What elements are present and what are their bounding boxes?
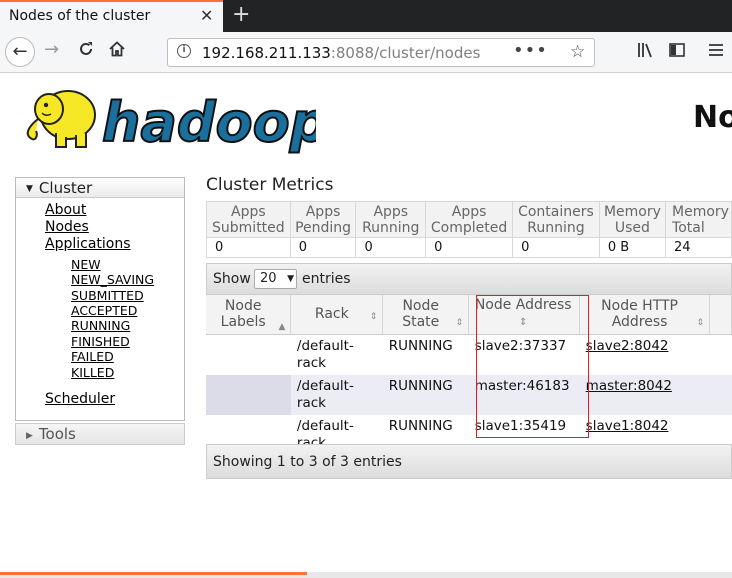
sidebar-item-about[interactable]: About [45, 202, 86, 218]
table-info: Showing 1 to 3 of 3 entries [206, 444, 732, 479]
home-icon[interactable] [108, 40, 126, 63]
library-icon[interactable] [636, 41, 654, 64]
entries-label: entries [302, 271, 351, 287]
sort-icon: ⇕ [696, 318, 704, 328]
app-state-accepted[interactable]: ACCEPTED [71, 303, 137, 318]
node-labels-cell [206, 374, 291, 415]
app-state-new-saving[interactable]: NEW_SAVING [71, 272, 154, 287]
page-actions-icon[interactable]: ••• [513, 40, 548, 61]
sidebar-item-applications[interactable]: Applications [45, 236, 131, 252]
column-header-node-labels[interactable]: Node Labels ▲ [206, 295, 292, 335]
app-state-new[interactable]: NEW [71, 257, 101, 272]
overflow-cell [709, 374, 732, 415]
node-state-cell: RUNNING [382, 374, 469, 415]
navigation-bar: ← → i 192.168.211.133:8088/cluster/nodes… [0, 32, 732, 73]
node-address-cell: slave2:37337 [474, 337, 567, 354]
table-length-control: Show 20 ▼ entries [206, 263, 732, 295]
nodes-table: Node Labels ▲ Rack ⇕ Node State ⇕ Node Addres… [206, 295, 732, 455]
chevron-down-icon: ▼ [287, 274, 294, 284]
cluster-section-header[interactable]: ▼ Cluster [16, 178, 184, 198]
metric-header: Memory Total [665, 201, 732, 238]
loading-progress-line [0, 572, 307, 575]
rack-cell: /default-rack [290, 374, 383, 415]
forward-arrow-icon[interactable]: → [44, 39, 59, 60]
node-address-cell: master:46183 [468, 374, 580, 415]
url-text[interactable]: 192.168.211.133:8088/cluster/nodes [202, 44, 480, 62]
hamburger-menu-icon[interactable] [708, 41, 724, 64]
bookmark-star-icon[interactable]: ☆ [570, 42, 585, 62]
app-state-submitted[interactable]: SUBMITTED [71, 288, 144, 303]
triangle-down-icon: ▼ [26, 184, 33, 194]
metric-value: 0 [355, 237, 427, 258]
cluster-metrics-table: Apps Submitted Apps Pending Apps Running Ap… [206, 201, 732, 258]
status-bar [0, 572, 732, 578]
app-state-failed[interactable]: FAILED [71, 349, 114, 364]
column-header-node-state[interactable]: Node State ⇕ [382, 295, 470, 335]
app-state-running[interactable]: RUNNING [71, 318, 130, 333]
metric-header: Memory Used [598, 201, 667, 238]
metric-value: 0 [512, 237, 600, 258]
tab-title: Nodes of the cluster [9, 8, 151, 24]
column-header-node-http-address[interactable]: Node HTTP Address ⇕ [579, 295, 710, 335]
column-header-node-address[interactable]: Node Address ⇕ [468, 295, 581, 335]
sort-icon: ⇕ [455, 318, 464, 328]
node-state-cell: RUNNING [388, 337, 453, 354]
overflow-cell [710, 334, 732, 375]
metric-header: Apps Submitted [206, 201, 291, 238]
close-icon[interactable]: ✕ [200, 6, 213, 25]
show-label: Show [213, 271, 251, 287]
node-http-address-link[interactable]: slave2:8042 [580, 334, 710, 375]
page-size-select[interactable]: 20 ▼ [254, 269, 297, 289]
metric-value: 0 [206, 237, 291, 258]
metric-value: 0 [289, 237, 357, 258]
sidebar-item-nodes[interactable]: Nodes [45, 219, 89, 235]
app-state-killed[interactable]: KILLED [71, 365, 114, 380]
table-row: /default-rack RUNNING slave2:37337 slave… [206, 334, 732, 375]
logo-text: hadoop [102, 91, 316, 154]
sort-ascending-icon: ▲ [278, 322, 286, 332]
metric-value: 24 [665, 237, 732, 258]
reload-icon[interactable] [77, 40, 95, 63]
url-bar[interactable]: i 192.168.211.133:8088/cluster/nodes •••… [167, 38, 595, 67]
column-header-rack[interactable]: Rack ⇕ [290, 295, 384, 335]
node-http-address-link[interactable]: master:8042 [579, 374, 710, 415]
app-state-finished[interactable]: FINISHED [71, 334, 130, 349]
metric-value: 0 B [598, 237, 667, 258]
page-title: Nodes of the cluster [693, 100, 732, 135]
sidebar-item-scheduler[interactable]: Scheduler [45, 391, 115, 407]
metric-header: Containers Running [512, 201, 600, 238]
table-row: /default-rack RUNNING master:46183 maste… [206, 374, 732, 415]
tab-strip: Nodes of the cluster ✕ + [0, 0, 732, 32]
column-header-overflow [709, 295, 732, 335]
sidebar-icon[interactable] [668, 41, 686, 64]
sort-icon: ⇕ [518, 317, 528, 329]
metric-header: Apps Completed [425, 201, 514, 238]
metric-value: 0 [425, 237, 514, 258]
sidebar-cluster-panel: ▼ Cluster About Nodes Applications NEW NE… [15, 177, 185, 421]
info-icon[interactable]: i [177, 44, 191, 58]
cluster-metrics-title: Cluster Metrics [206, 175, 334, 195]
triangle-right-icon: ▶ [26, 431, 33, 441]
active-tab[interactable]: Nodes of the cluster ✕ [0, 0, 223, 32]
back-arrow-icon[interactable]: ← [5, 37, 35, 67]
new-tab-icon[interactable]: + [232, 2, 250, 27]
node-labels-cell [206, 334, 291, 375]
metric-header: Apps Running [355, 201, 427, 238]
tools-section-header[interactable]: ▶ Tools [15, 423, 185, 445]
sort-icon: ⇕ [369, 312, 378, 322]
rack-cell: /default-rack [296, 337, 354, 371]
metric-header: Apps Pending [289, 201, 357, 238]
hadoop-logo[interactable]: hadoop [16, 83, 316, 155]
page-content: hadoop Nodes of the cluster ▼Cluster Abo… [0, 73, 732, 572]
